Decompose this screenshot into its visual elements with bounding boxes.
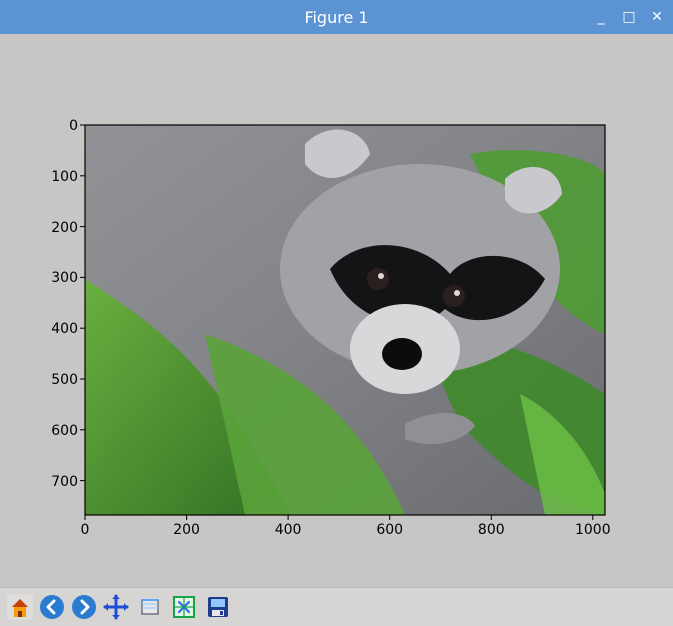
- y-tick-label: 400: [51, 321, 78, 337]
- y-tick-label: 200: [51, 220, 78, 236]
- y-tick-label: 100: [51, 169, 78, 185]
- zoom-button[interactable]: [136, 593, 164, 621]
- home-icon: [7, 594, 33, 620]
- forward-button[interactable]: [70, 593, 98, 621]
- back-icon: [40, 595, 64, 619]
- subplots-icon: [173, 596, 195, 618]
- pan-button[interactable]: [102, 593, 130, 621]
- matplotlib-toolbar: [0, 587, 673, 626]
- y-ticks: 0 100 200 300 400 500 600 700: [51, 118, 85, 490]
- x-tick-label: 0: [81, 522, 90, 538]
- x-ticks: 0 200 400 600 800 1000: [81, 515, 611, 538]
- plot-svg: 0 100 200 300 400 500 600 700 0 200 400 …: [51, 118, 611, 538]
- forward-icon: [72, 595, 96, 619]
- x-tick-label: 400: [275, 522, 302, 538]
- y-tick-label: 700: [51, 474, 78, 490]
- window-title: Figure 1: [304, 8, 369, 27]
- window-titlebar: Figure 1 _ □ ✕: [0, 0, 673, 34]
- close-button[interactable]: ✕: [646, 6, 668, 28]
- figure-canvas[interactable]: 0 100 200 300 400 500 600 700 0 200 400 …: [0, 34, 673, 587]
- y-tick-label: 500: [51, 372, 78, 388]
- save-button[interactable]: [204, 593, 232, 621]
- zoom-icon: [141, 599, 159, 615]
- y-tick-label: 300: [51, 270, 78, 286]
- image-raccoon: [85, 125, 605, 515]
- y-tick-label: 600: [51, 423, 78, 439]
- y-tick-label: 0: [69, 118, 78, 134]
- home-button[interactable]: [6, 593, 34, 621]
- x-tick-label: 200: [173, 522, 200, 538]
- save-icon: [208, 597, 228, 617]
- back-button[interactable]: [38, 593, 66, 621]
- x-tick-label: 600: [376, 522, 403, 538]
- subplots-button[interactable]: [170, 593, 198, 621]
- minimize-button[interactable]: _: [590, 6, 612, 28]
- maximize-button[interactable]: □: [618, 6, 640, 28]
- pan-icon: [103, 594, 129, 620]
- x-tick-label: 800: [478, 522, 505, 538]
- x-tick-label: 1000: [575, 522, 611, 538]
